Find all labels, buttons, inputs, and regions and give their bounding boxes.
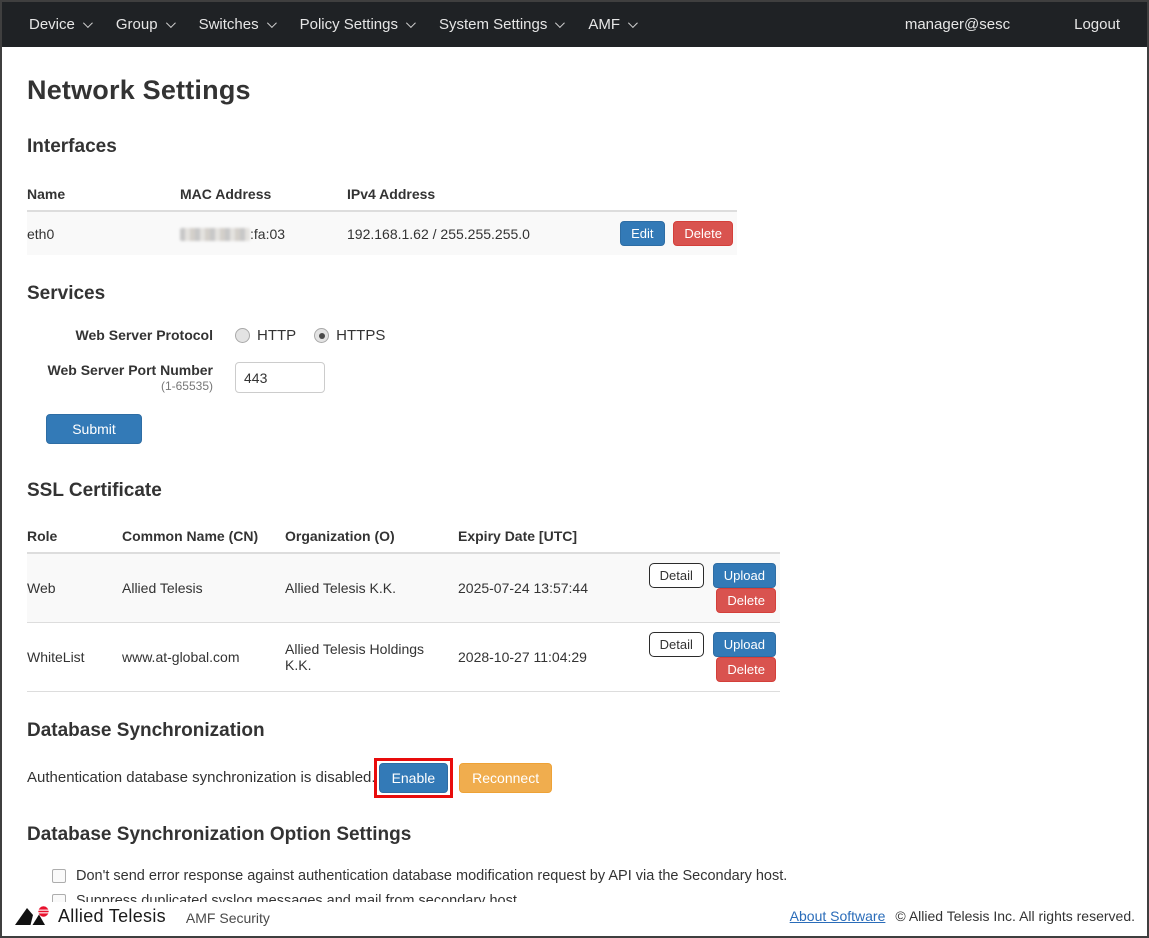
- mac-visible-suffix: :fa:03: [250, 226, 285, 242]
- ssl-org: Allied Telesis Holdings K.K.: [285, 622, 458, 691]
- suppress-syslog-checkbox[interactable]: [52, 894, 66, 902]
- chevron-down-icon: [555, 18, 565, 28]
- col-header-cn: Common Name (CN): [122, 520, 285, 553]
- protocol-form-row: Web Server Protocol HTTP HTTPS: [27, 327, 1122, 344]
- col-header-role: Role: [27, 520, 122, 553]
- product-name: AMF Security: [186, 910, 270, 926]
- checkbox-label: Don't send error response against authen…: [76, 868, 787, 884]
- ssl-cn: Allied Telesis: [122, 553, 285, 623]
- footer: Allied Telesis AMF Security About Softwa…: [2, 902, 1147, 936]
- nav-item-label: Switches: [199, 16, 259, 33]
- interface-row-eth0: eth0 :fa:03 192.168.1.62 / 255.255.255.0…: [27, 211, 737, 255]
- https-radio[interactable]: [314, 328, 329, 343]
- main-content: Network Settings Interfaces Name MAC Add…: [2, 47, 1147, 902]
- radio-option-https[interactable]: HTTPS: [314, 327, 385, 344]
- table-header-row: Role Common Name (CN) Organization (O) E…: [27, 520, 780, 553]
- chevron-down-icon: [628, 18, 638, 28]
- annotation-highlight: Enable: [374, 758, 454, 798]
- col-header-name: Name: [27, 178, 180, 211]
- delete-button[interactable]: Delete: [673, 221, 733, 246]
- upload-button[interactable]: Upload: [713, 563, 776, 588]
- nav-item-system-settings[interactable]: System Settings: [426, 16, 575, 33]
- nav-item-amf[interactable]: AMF: [575, 16, 648, 33]
- services-submit-button[interactable]: Submit: [46, 414, 142, 444]
- ssl-expiry: 2028-10-27 11:04:29: [458, 622, 627, 691]
- interface-name: eth0: [27, 211, 180, 255]
- port-range-hint: (1-65535): [27, 380, 213, 394]
- chevron-down-icon: [166, 18, 176, 28]
- checkbox-label: Suppress duplicated syslog messages and …: [76, 893, 521, 902]
- interfaces-heading: Interfaces: [27, 136, 1122, 158]
- allied-telesis-logo-icon: [14, 905, 50, 927]
- port-form-row: Web Server Port Number (1-65535): [27, 362, 1122, 394]
- protocol-radio-group: HTTP HTTPS: [235, 327, 385, 344]
- nav-item-label: System Settings: [439, 16, 547, 33]
- ssl-row-whitelist: WhiteList www.at-global.com Allied Teles…: [27, 622, 780, 691]
- reconnect-button[interactable]: Reconnect: [459, 763, 552, 793]
- col-header-ipv4: IPv4 Address: [347, 178, 612, 211]
- delete-button[interactable]: Delete: [716, 588, 776, 613]
- edit-button[interactable]: Edit: [620, 221, 664, 246]
- chevron-down-icon: [83, 18, 93, 28]
- user-menu[interactable]: manager@sesc: [892, 16, 1023, 33]
- enable-button[interactable]: Enable: [379, 763, 449, 793]
- option-checkbox-row-syslog[interactable]: Suppress duplicated syslog messages and …: [52, 893, 1122, 902]
- ssl-heading: SSL Certificate: [27, 480, 1122, 502]
- allied-telesis-logo: Allied Telesis AMF Security: [14, 905, 270, 927]
- table-header-row: Name MAC Address IPv4 Address: [27, 178, 737, 211]
- port-label-text: Web Server Port Number: [48, 362, 213, 378]
- chevron-down-icon: [406, 18, 416, 28]
- radio-label: HTTP: [257, 327, 296, 344]
- db-sync-status-text: Authentication database synchronization …: [27, 769, 376, 786]
- ssl-role: Web: [27, 553, 122, 623]
- db-sync-options-heading: Database Synchronization Option Settings: [27, 824, 1122, 846]
- brand-name: Allied Telesis: [58, 906, 166, 927]
- detail-button[interactable]: Detail: [649, 563, 704, 588]
- col-header-org: Organization (O): [285, 520, 458, 553]
- nav-item-device[interactable]: Device: [16, 16, 103, 33]
- delete-button[interactable]: Delete: [716, 657, 776, 682]
- port-input[interactable]: [235, 362, 325, 393]
- copyright-text: © Allied Telesis Inc. All rights reserve…: [895, 908, 1135, 924]
- top-navbar: Device Group Switches Policy Settings Sy…: [2, 2, 1147, 47]
- nav-item-label: Policy Settings: [300, 16, 398, 33]
- db-sync-heading: Database Synchronization: [27, 720, 1122, 742]
- logout-button[interactable]: Logout: [1061, 16, 1133, 33]
- interfaces-table: Name MAC Address IPv4 Address eth0 :fa:0…: [27, 178, 737, 255]
- mac-redacted-block: [180, 228, 250, 241]
- about-software-link[interactable]: About Software: [790, 908, 886, 924]
- ssl-cn: www.at-global.com: [122, 622, 285, 691]
- ssl-org: Allied Telesis K.K.: [285, 553, 458, 623]
- ssl-expiry: 2025-07-24 13:57:44: [458, 553, 627, 623]
- option-checkbox-row-api[interactable]: Don't send error response against authen…: [52, 868, 1122, 884]
- ssl-role: WhiteList: [27, 622, 122, 691]
- protocol-label: Web Server Protocol: [27, 327, 213, 343]
- db-sync-status-row: Authentication database synchronization …: [27, 758, 1122, 798]
- radio-label: HTTPS: [336, 327, 385, 344]
- nav-item-policy-settings[interactable]: Policy Settings: [287, 16, 426, 33]
- col-header-expiry: Expiry Date [UTC]: [458, 520, 627, 553]
- port-label: Web Server Port Number (1-65535): [27, 362, 213, 394]
- nav-item-switches[interactable]: Switches: [186, 16, 287, 33]
- upload-button[interactable]: Upload: [713, 632, 776, 657]
- col-header-mac: MAC Address: [180, 178, 347, 211]
- dont-send-error-checkbox[interactable]: [52, 869, 66, 883]
- app-window: Device Group Switches Policy Settings Sy…: [0, 0, 1149, 938]
- page-title: Network Settings: [27, 75, 1122, 106]
- services-heading: Services: [27, 283, 1122, 305]
- interface-mac: :fa:03: [180, 211, 347, 255]
- nav-item-label: Device: [29, 16, 75, 33]
- nav-item-label: AMF: [588, 16, 620, 33]
- http-radio[interactable]: [235, 328, 250, 343]
- ssl-row-web: Web Allied Telesis Allied Telesis K.K. 2…: [27, 553, 780, 623]
- nav-item-label: Group: [116, 16, 158, 33]
- chevron-down-icon: [267, 18, 277, 28]
- radio-option-http[interactable]: HTTP: [235, 327, 296, 344]
- interface-ipv4: 192.168.1.62 / 255.255.255.0: [347, 211, 612, 255]
- nav-item-group[interactable]: Group: [103, 16, 186, 33]
- detail-button[interactable]: Detail: [649, 632, 704, 657]
- ssl-table: Role Common Name (CN) Organization (O) E…: [27, 520, 780, 692]
